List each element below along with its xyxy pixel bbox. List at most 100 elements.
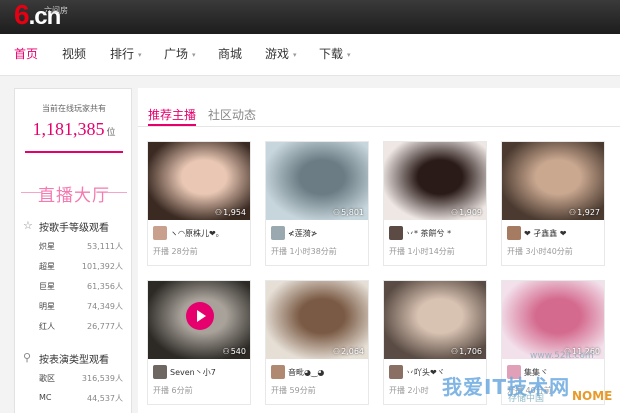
sidebar-row[interactable]: 红人 26,777人 [39,321,123,335]
streamer-thumbnail[interactable]: ⚇1,954 [148,142,250,220]
search-icon: ⚲ [23,351,32,364]
sidebar-row-name: 歌区 [39,374,55,383]
sidebar-row-name: 红人 [39,322,55,331]
nav-item-label: 商城 [218,47,243,61]
online-count: 1,181,385 位 [15,119,133,140]
watermark-title: 我爱IT技术网 [442,375,571,399]
sidebar-row-count: 101,392人 [81,262,123,271]
live-hall-title: 直播大厅 [38,186,110,206]
viewer-count-value: 1,954 [223,208,246,217]
nav-item-5[interactable]: 游戏 ▾ [265,34,297,76]
streamer-card[interactable]: ⚇1,927 ❤ 孑鑫鑫 ❤ 开播 3小时40分前 [501,141,605,266]
avatar[interactable] [271,226,285,240]
main-nav: 首页 视频 排行 ▾ 广场 ▾ 商城 游戏 ▾ 下载 ▾ [0,34,620,76]
nav-item-4[interactable]: 商城 [218,34,242,76]
online-label: 当前在线玩家共有 [42,104,106,113]
streamer-card[interactable]: ⚇540 Seven丶小7 开播 6分前 [147,280,251,405]
nav-item-label: 广场 [164,47,189,61]
chevron-down-icon: ▾ [293,51,297,59]
sidebar-row[interactable]: 巨星 61,356人 [39,281,123,295]
nav-item-label: 排行 [110,47,135,61]
sidebar-section-header[interactable]: ⚲ 按表演类型观看 [23,351,133,367]
sidebar-row[interactable]: 歌区 316,539人 [39,373,123,387]
sidebar-row-count: 74,349人 [87,302,123,311]
sidebar-section-header[interactable]: ☆ 按歌手等级观看 [23,219,133,235]
user-icon: ⚇ [222,347,230,356]
avatar[interactable] [153,365,167,379]
tab-community[interactable]: 社区动态 [208,106,256,123]
sidebar-row-name: MC [39,393,52,402]
streamer-thumbnail[interactable]: ⚇2,064 [266,281,368,359]
sidebar-row-name: 超星 [39,262,55,271]
logo-subtitle: 六间房 [44,6,68,15]
nav-item-2[interactable]: 排行 ▾ [110,34,142,76]
stream-start-time: 开播 59分前 [271,386,316,395]
streamer-card[interactable]: ⚇5,801 ≮莲漪≯ 开播 1小时38分前 [265,141,369,266]
nav-item-label: 首页 [14,47,39,61]
online-count-unit: 位 [106,127,116,137]
nav-item-label: 游戏 [265,47,290,61]
user-icon: ⚇ [332,347,341,356]
nav-item-6[interactable]: 下载 ▾ [319,34,351,76]
avatar[interactable] [507,226,521,240]
nav-item-0[interactable]: 首页 [14,34,38,76]
viewer-count-value: 540 [230,347,246,356]
sidebar: 当前在线玩家共有 1,181,385 位 直播大厅 ☆ 按歌手等级观看炽星 53,11… [14,88,132,413]
viewer-count-value: 1,927 [577,208,600,217]
streamer-thumbnail[interactable]: ⚇540 [148,281,250,359]
sidebar-row-name: 巨星 [39,282,55,291]
viewer-count-value: 5,801 [341,208,364,217]
avatar[interactable] [271,365,285,379]
viewer-count: ⚇540 [223,347,246,356]
nav-item-3[interactable]: 广场 ▾ [164,34,196,76]
user-icon: ⚇ [450,208,459,217]
viewer-count-value: 1,909 [459,208,482,217]
top-bar: 6.cn 六间房 [0,0,620,34]
stream-start-time: 开播 3小时40分前 [507,247,573,256]
sidebar-row[interactable]: 明星 74,349人 [39,301,123,315]
sidebar-row-name: 明星 [39,302,55,311]
tab-recommended[interactable]: 推荐主播 [148,106,196,123]
streamer-card[interactable]: ⚇1,954 ヽ◠原株儿❤。 开播 28分前 [147,141,251,266]
viewer-count: ⚇1,954 [215,208,246,217]
streamer-name[interactable]: ❤ 孑鑫鑫 ❤ [524,228,604,239]
watermark-sub: 存储中国 [508,394,545,404]
streamer-card[interactable]: ⚇2,064 音毗◕‿◕ 开播 59分前 [265,280,369,405]
sidebar-row-count: 26,777人 [87,322,123,331]
nav-item-label: 视频 [62,47,87,61]
viewer-count: ⚇1,927 [569,208,600,217]
sidebar-row-count: 53,111人 [87,242,123,251]
streamer-card[interactable]: ⚇1,909 丷* 茶餠兮 * 开播 1小时14分前 [383,141,487,266]
hall-rule-right [107,192,127,193]
streamer-thumbnail[interactable]: ⚇1,927 [502,142,604,220]
sidebar-row-name: 炽星 [39,242,55,251]
streamer-name[interactable]: ヽ◠原株儿❤。 [170,228,250,239]
user-icon: ⚇ [214,208,223,217]
avatar[interactable] [389,226,403,240]
streamer-thumbnail[interactable]: ⚇5,801 [266,142,368,220]
tab-divider [138,126,620,127]
site-logo[interactable]: 6.cn 六间房 [14,0,74,31]
chevron-down-icon: ▾ [138,51,142,59]
watermark-url: www.52it.com [530,351,594,361]
streamer-thumbnail[interactable]: ⚇1,909 [384,142,486,220]
sidebar-section-title: 按歌手等级观看 [39,223,109,234]
sidebar-row[interactable]: 超星 101,392人 [39,261,123,275]
viewer-count: ⚇1,909 [451,208,482,217]
sidebar-row[interactable]: 炽星 53,111人 [39,241,123,255]
sidebar-row[interactable]: MC 44,537人 [39,393,123,407]
streamer-name[interactable]: ≮莲漪≯ [288,228,368,239]
streamer-name[interactable]: 丷* 茶餠兮 * [406,228,486,239]
stream-start-time: 开播 6分前 [153,386,193,395]
chevron-down-icon: ▾ [347,51,351,59]
viewer-count: ⚇2,064 [333,347,364,356]
chevron-down-icon: ▾ [192,51,196,59]
streamer-name[interactable]: Seven丶小7 [170,367,250,378]
streamer-name[interactable]: 音毗◕‿◕ [288,367,368,378]
viewer-count-value: 2,064 [341,347,364,356]
stream-start-time: 开播 1小时14分前 [389,247,455,256]
avatar[interactable] [153,226,167,240]
viewer-count: ⚇5,801 [333,208,364,217]
play-icon[interactable] [186,302,214,330]
nav-item-1[interactable]: 视频 [62,34,86,76]
